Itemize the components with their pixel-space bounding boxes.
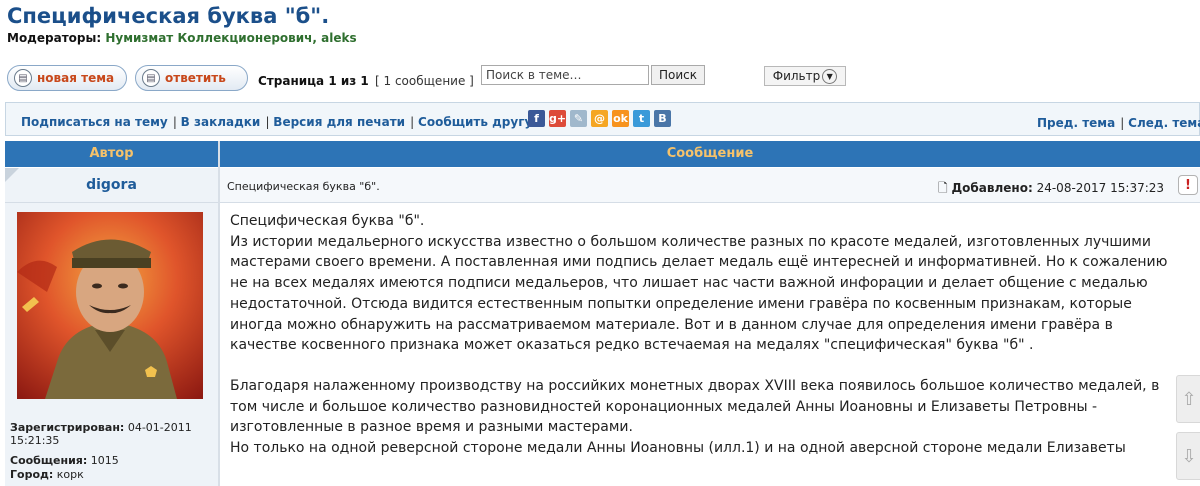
new-topic-button[interactable]: ▤ новая тема — [7, 65, 127, 91]
tell-friend-link[interactable]: Сообщить другу — [418, 115, 532, 129]
city-info: Город: корк — [10, 468, 84, 481]
livejournal-icon[interactable]: ✎ — [570, 110, 587, 127]
filter-label: Фильтр — [772, 69, 821, 83]
post-paragraph: Благодаря налаженному производству на ро… — [230, 377, 1160, 436]
twitter-icon[interactable]: t — [633, 110, 650, 127]
print-version-link[interactable]: Версия для печати — [273, 115, 405, 129]
scroll-down-button[interactable]: ⇩ — [1176, 432, 1200, 480]
odnoklassniki-icon[interactable]: ok — [612, 110, 629, 127]
registered-label: Зарегистрирован: — [10, 421, 125, 434]
added-date: 24-08-2017 15:37:23 — [1036, 181, 1165, 195]
document-icon: ▤ — [14, 69, 32, 87]
topic-links: Подписаться на тему | В закладки | Верси… — [21, 111, 532, 130]
city-value: корк — [56, 468, 84, 481]
chevron-down-icon: ▼ — [822, 68, 838, 84]
facebook-icon[interactable]: f — [528, 110, 545, 127]
bookmark-link[interactable]: В закладки — [181, 115, 261, 129]
scroll-up-button[interactable]: ⇧ — [1176, 375, 1200, 423]
topic-navigation: Пред. тема | След. тема — [1037, 112, 1200, 131]
post-paragraph: Но только на одной реверсной стороне мед… — [230, 440, 1126, 457]
divider: | — [410, 115, 419, 129]
moderators-line: Модераторы: Нумизмат Коллекционерович, a… — [7, 31, 357, 45]
table-header: Автор Сообщение — [5, 141, 1200, 167]
subscribe-link[interactable]: Подписаться на тему — [21, 115, 168, 129]
prev-topic-link[interactable]: Пред. тема — [1037, 116, 1115, 130]
posts-count: Сообщения: 1015 — [10, 454, 119, 467]
report-icon[interactable]: ! — [1178, 175, 1198, 195]
next-topic-link[interactable]: След. тема — [1128, 116, 1200, 130]
mailru-icon[interactable]: @ — [591, 110, 608, 127]
message-count: [ 1 сообщение ] — [375, 74, 474, 88]
added-label: Добавлено: — [951, 181, 1033, 195]
posts-label: Сообщения: — [10, 454, 88, 467]
post-body: Специфическая буква "б". Из истории меда… — [230, 211, 1182, 459]
filter-button[interactable]: Фильтр ▼ — [764, 66, 846, 86]
reply-label: ответить — [165, 71, 226, 85]
posts-value: 1015 — [90, 454, 119, 467]
vkontakte-icon[interactable]: B — [654, 110, 671, 127]
post-paragraph: Из истории медальерного искусства извест… — [230, 233, 1168, 354]
new-topic-label: новая тема — [37, 71, 115, 85]
post-date: 🗋 Добавлено: 24-08-2017 15:37:23 — [938, 179, 1164, 200]
search-input[interactable] — [481, 65, 649, 85]
reply-button[interactable]: ▤ ответить — [135, 65, 248, 91]
search-button[interactable]: Поиск — [651, 65, 705, 85]
social-share-icons: f g+ ✎ @ ok t B — [528, 110, 671, 127]
author-column-header: Автор — [89, 146, 134, 161]
divider: | — [1120, 116, 1129, 130]
post-subject: Специфическая буква "б". — [227, 180, 380, 193]
pager: Страница 1 из 1 — [258, 74, 369, 88]
author-name[interactable]: digora — [5, 177, 218, 193]
avatar-image — [17, 212, 203, 399]
post-paragraph: Специфическая буква "б". — [230, 213, 425, 229]
avatar — [17, 212, 203, 399]
message-column-header: Сообщение — [666, 146, 754, 161]
moderators-names[interactable]: Нумизмат Коллекционерович, aleks — [105, 31, 356, 45]
reply-icon: ▤ — [142, 69, 160, 87]
google-plus-icon[interactable]: g+ — [549, 110, 566, 127]
registration-info: Зарегистрирован: 04-01-2011 15:21:35 — [10, 421, 215, 447]
post-date-icon: 🗋 — [938, 181, 948, 195]
column-divider — [218, 141, 220, 486]
divider: | — [172, 115, 181, 129]
city-label: Город: — [10, 468, 54, 481]
moderators-label: Модераторы: — [7, 31, 102, 45]
page-title[interactable]: Специфическая буква "б". — [7, 4, 329, 28]
